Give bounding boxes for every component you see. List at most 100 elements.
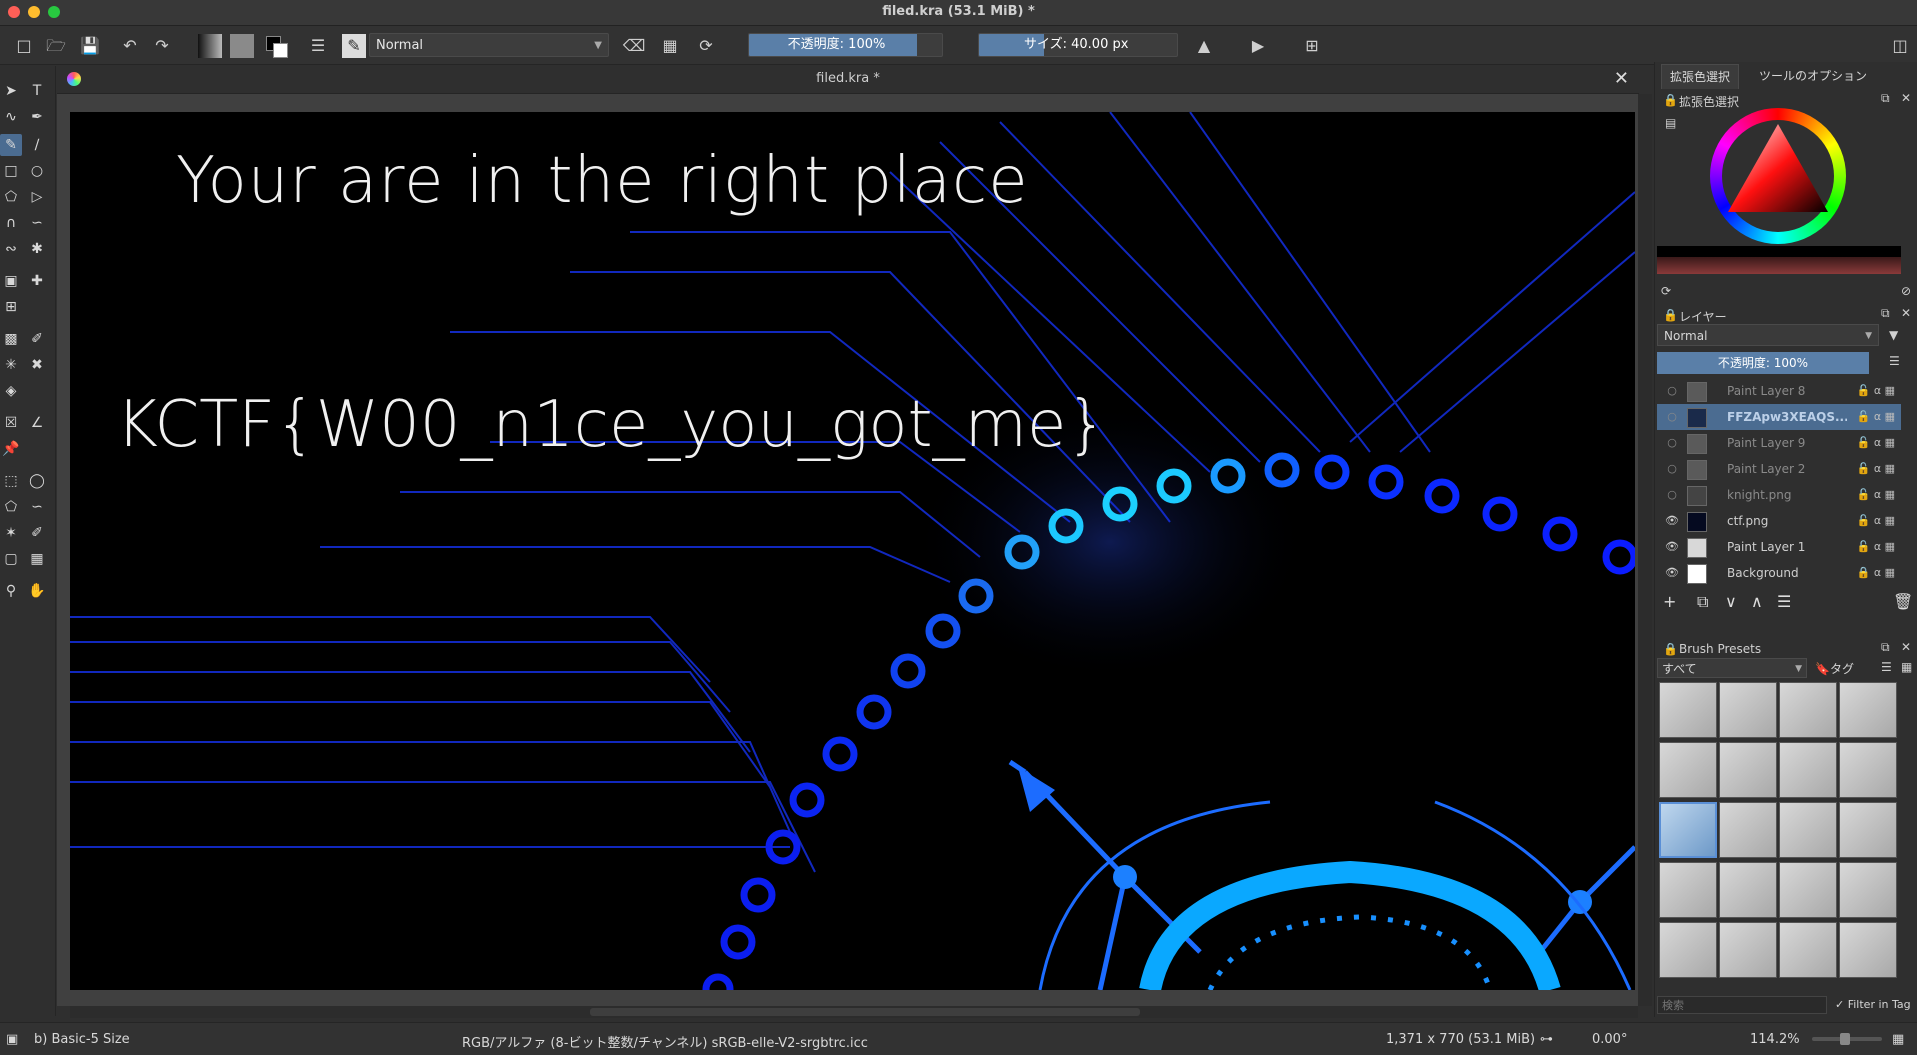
- layer-blend-mode-select[interactable]: Normal ▼: [1657, 324, 1879, 346]
- blend-mode-select[interactable]: Normal ▼: [369, 33, 609, 57]
- lock-icon[interactable]: 🔒: [1663, 93, 1678, 107]
- brush-preset-pencil-1[interactable]: [1659, 862, 1717, 918]
- lock-alpha-icons[interactable]: 🔓 α ▦: [1857, 482, 1895, 508]
- brush-preset-pencil-2[interactable]: [1719, 862, 1777, 918]
- document-tab-title[interactable]: filed.kra *: [57, 71, 1639, 86]
- text-tool-icon[interactable]: T: [26, 80, 48, 102]
- lock-alpha-icons[interactable]: 🔓 α ▦: [1857, 430, 1895, 456]
- layers-float-icon[interactable]: ⧉: [1881, 306, 1890, 321]
- freehand-path-tool-icon[interactable]: ∽: [26, 212, 48, 234]
- color-selector-settings-icon[interactable]: ▤: [1665, 116, 1676, 130]
- brush-preset-airbrush[interactable]: [1839, 682, 1897, 738]
- reference-tool-icon[interactable]: 📌: [0, 438, 22, 460]
- polygon-tool-icon[interactable]: ⬠: [0, 186, 22, 208]
- vertical-scrollbar[interactable]: [1638, 94, 1652, 1006]
- tab-tool-options[interactable]: ツールのオプション: [1751, 64, 1875, 88]
- lock-alpha-icons[interactable]: 🔓 α ▦: [1857, 378, 1895, 404]
- filter-in-tag-checkbox[interactable]: ✓ Filter in Tag: [1835, 998, 1911, 1011]
- ellipse-tool-icon[interactable]: ○: [26, 160, 48, 182]
- colorize-mask-tool-icon[interactable]: ✖: [26, 354, 48, 376]
- open-folder-icon[interactable]: 🗁: [44, 34, 68, 58]
- dynamic-brush-tool-icon[interactable]: ∾: [0, 238, 22, 260]
- layer-row-paint-layer-9[interactable]: ○ Paint Layer 9 🔓 α ▦: [1657, 430, 1901, 456]
- layer-row-paint-layer-2[interactable]: ○ Paint Layer 2 🔓 α ▦: [1657, 456, 1901, 482]
- eraser-icon[interactable]: ⌫: [622, 34, 646, 58]
- layer-menu-icon[interactable]: ☰: [1889, 354, 1900, 368]
- brush-preset-sketch-3[interactable]: [1779, 922, 1837, 978]
- visibility-visible-icon[interactable]: 👁: [1665, 508, 1679, 534]
- color-swap-icon[interactable]: [264, 34, 288, 58]
- add-layer-icon[interactable]: +: [1663, 592, 1676, 611]
- calligraphy-tool-icon[interactable]: ✒: [26, 106, 48, 128]
- reload-icon[interactable]: ⟳: [694, 34, 718, 58]
- rect-select-tool-icon[interactable]: ⬚: [0, 470, 22, 492]
- layer-row-paint-layer-1[interactable]: 👁 Paint Layer 1 🔓 α ▦: [1657, 534, 1901, 560]
- move-layer-up-icon[interactable]: ∧: [1751, 592, 1763, 611]
- save-icon[interactable]: 💾: [78, 34, 102, 58]
- lock-alpha-icons[interactable]: 🔒 α ▦: [1857, 560, 1895, 586]
- fill-tool-icon[interactable]: ◈: [0, 380, 22, 402]
- brush-preset-paint-2[interactable]: [1779, 802, 1837, 858]
- rotation-label[interactable]: 0.00°: [1592, 1032, 1627, 1047]
- brush-preset-pencil-4[interactable]: [1839, 862, 1897, 918]
- layer-opacity-slider[interactable]: 不透明度: 100%: [1657, 352, 1869, 374]
- float-docker-icon[interactable]: ⧉: [1881, 91, 1890, 106]
- zoom-label[interactable]: 114.2%: [1750, 1032, 1800, 1047]
- zoom-slider-handle[interactable]: [1840, 1033, 1850, 1045]
- visibility-visible-icon[interactable]: 👁: [1665, 534, 1679, 560]
- edit-shapes-tool-icon[interactable]: ∿: [0, 106, 22, 128]
- gradient-tool-icon[interactable]: ▩: [0, 328, 22, 350]
- zoom-slider[interactable]: [1812, 1033, 1882, 1045]
- refresh-colors-icon[interactable]: ⟳: [1661, 284, 1671, 298]
- visibility-hidden-icon[interactable]: ○: [1665, 456, 1679, 482]
- layers-lock-icon[interactable]: 🔒: [1663, 308, 1678, 322]
- color-picker-tool-icon[interactable]: ✐: [26, 328, 48, 350]
- color-history-bar[interactable]: [1657, 246, 1901, 274]
- brush-status-icon[interactable]: ▣: [6, 1032, 18, 1047]
- crop-tool-icon[interactable]: ⊞: [0, 296, 22, 318]
- lock-alpha-icons[interactable]: 🔓 α ▦: [1857, 508, 1895, 534]
- polygon-select-tool-icon[interactable]: ⬠: [0, 496, 22, 518]
- layer-row-knight-png[interactable]: ○ knight.png 🔓 α ▦: [1657, 482, 1901, 508]
- select-shapes-tool-icon[interactable]: ➤: [0, 80, 22, 102]
- move-tool-icon[interactable]: ✚: [26, 270, 48, 292]
- multibrush-tool-icon[interactable]: ✱: [26, 238, 48, 260]
- bezier-select-tool-icon[interactable]: ▢: [0, 548, 22, 570]
- visibility-hidden-icon[interactable]: ○: [1665, 482, 1679, 508]
- gradient-icon[interactable]: [198, 34, 222, 58]
- visibility-hidden-icon[interactable]: ○: [1665, 404, 1679, 430]
- line-tool-icon[interactable]: ∕: [26, 134, 48, 156]
- pattern-icon[interactable]: [230, 34, 254, 58]
- brush-preset-blur[interactable]: [1779, 682, 1837, 738]
- pan-tool-icon[interactable]: ✋: [26, 580, 48, 602]
- fullscreen-icon[interactable]: ▦: [1892, 1032, 1904, 1047]
- opacity-slider[interactable]: 不透明度: 100%: [748, 33, 943, 57]
- brush-float-icon[interactable]: ⧉: [1881, 640, 1890, 655]
- brush-preset-sketch-4[interactable]: [1839, 922, 1897, 978]
- brush-preset-eraser[interactable]: [1659, 682, 1717, 738]
- brush-import-icon[interactable]: ▦: [1901, 660, 1912, 674]
- duplicate-layer-icon[interactable]: ⧉: [1697, 592, 1708, 612]
- layer-row-background[interactable]: 👁 Background 🔒 α ▦: [1657, 560, 1901, 586]
- canvas-area[interactable]: Your are in the right place KCTF{W00_n1c…: [57, 94, 1639, 1006]
- close-document-icon[interactable]: ✕: [1614, 68, 1629, 89]
- horizontal-scrollbar[interactable]: [70, 1006, 1638, 1018]
- docker-toggle-icon[interactable]: ◫: [1888, 34, 1912, 58]
- brush-preset-ink-4[interactable]: [1839, 742, 1897, 798]
- brush-preset-ink-2[interactable]: [1719, 742, 1777, 798]
- brush-search-input[interactable]: [1657, 996, 1827, 1014]
- redo-icon[interactable]: ↷: [150, 34, 174, 58]
- layer-row-paint-layer-8[interactable]: ○ Paint Layer 8 🔓 α ▦: [1657, 378, 1901, 404]
- freehand-brush-tool-icon[interactable]: ✎: [0, 134, 22, 156]
- ellipse-select-tool-icon[interactable]: ◯: [26, 470, 48, 492]
- brush-preset-basic-5-size[interactable]: [1659, 802, 1717, 858]
- brush-filter-select[interactable]: すべて ▼: [1657, 658, 1807, 678]
- brush-preset-pencil-3[interactable]: [1779, 862, 1837, 918]
- undo-icon[interactable]: ↶: [118, 34, 142, 58]
- image-size-label[interactable]: 1,371 x 770 (53.1 MiB): [1386, 1032, 1535, 1047]
- bezier-tool-icon[interactable]: ∩: [0, 212, 22, 234]
- assistant-tool-icon[interactable]: ☒: [0, 412, 22, 434]
- brush-preset-paint-1[interactable]: [1719, 802, 1777, 858]
- brush-preset-ink-3[interactable]: [1779, 742, 1837, 798]
- layer-properties-icon[interactable]: ☰: [1777, 592, 1791, 611]
